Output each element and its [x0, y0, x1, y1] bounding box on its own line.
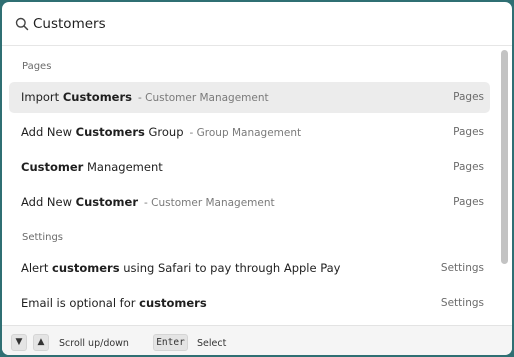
result-subtitle: - Customer Management — [144, 197, 275, 209]
result-title: Alert customers using Safari to pay thro… — [21, 261, 341, 275]
result-category: Pages — [453, 161, 484, 173]
result-row[interactable]: Add New Customer - Customer Management Pa… — [9, 187, 490, 218]
down-key: ▼ — [11, 334, 27, 351]
enter-key: Enter — [153, 334, 188, 351]
results-scrollbar[interactable] — [498, 47, 510, 326]
search-icon — [15, 16, 29, 31]
search-input[interactable] — [33, 12, 493, 36]
command-palette: Pages Import Customers- Customer Managem… — [2, 2, 512, 355]
footer-hints: ▼ ▲ Scroll up/down Enter Select — [2, 325, 512, 355]
result-row[interactable]: Alert customers using Safari to pay thro… — [9, 253, 490, 284]
search-bar — [2, 2, 512, 46]
result-category: Settings — [440, 262, 484, 274]
result-title: Email is optional for customers — [21, 296, 207, 310]
select-hint-label: Select — [197, 338, 227, 349]
result-row[interactable]: Add New Customers Group - Group Managemen… — [9, 117, 490, 148]
result-title: Add New Customers Group - Group Managemen… — [21, 125, 302, 139]
results-list: Pages Import Customers - Customer Managem… — [2, 47, 500, 325]
result-subtitle: - Customer Management — [138, 92, 269, 104]
result-row[interactable]: Import Customers - Customer Management Pa… — [9, 82, 490, 113]
result-subtitle: - Group Management — [189, 127, 302, 139]
up-key: ▲ — [33, 334, 49, 351]
result-category: Pages — [453, 126, 484, 138]
scroll-hint-label: Scroll up/down — [59, 338, 129, 349]
result-category: Settings — [440, 297, 484, 309]
result-title: Add New Customer - Customer Management — [21, 195, 275, 209]
section-heading-pages: Pages — [22, 61, 52, 72]
result-title: Customer Management — [21, 160, 163, 174]
result-row[interactable]: Email is optional for customers Settings — [9, 288, 490, 319]
section-heading-settings: Settings — [22, 232, 64, 243]
result-category: Pages — [453, 91, 484, 103]
result-category: Pages — [453, 196, 484, 208]
scroll-thumb[interactable] — [501, 50, 508, 264]
result-row[interactable]: Customer Management Pages — [9, 152, 490, 183]
result-title: Import Customers - Customer Management — [21, 90, 269, 104]
